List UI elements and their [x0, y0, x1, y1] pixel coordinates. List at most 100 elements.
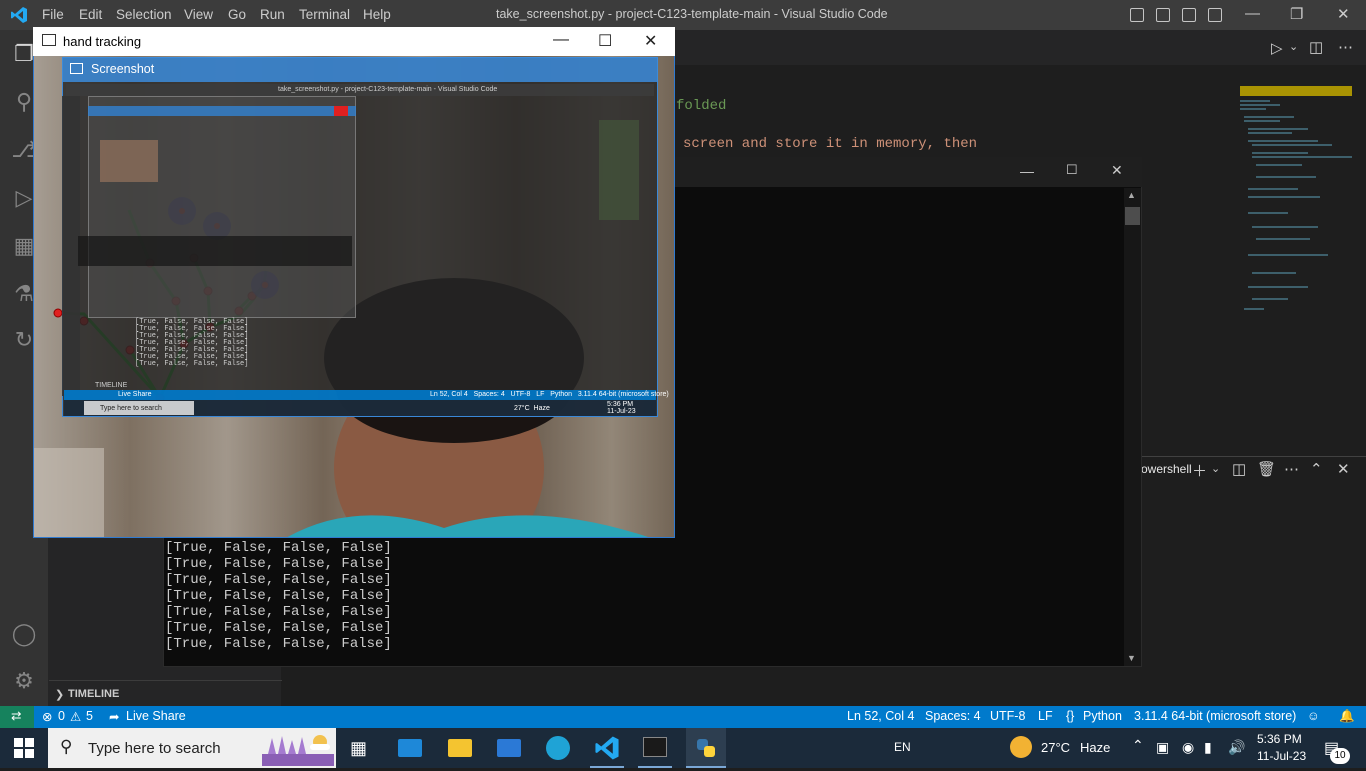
- chevron-down-icon[interactable]: ⌄: [1289, 40, 1298, 53]
- inner-minimap: [599, 120, 639, 220]
- accounts-icon[interactable]: ◯: [10, 620, 38, 648]
- console-output-line: [True, False, False, False]: [165, 636, 392, 652]
- warning-count[interactable]: 5: [86, 709, 93, 723]
- toggle-secondary-sidebar-icon[interactable]: [1182, 8, 1196, 22]
- edge-icon[interactable]: [546, 736, 570, 760]
- menu-file[interactable]: File: [42, 7, 64, 22]
- encoding[interactable]: UTF-8: [990, 709, 1025, 723]
- settings-gear-icon[interactable]: ⚙: [10, 667, 38, 695]
- clock-time[interactable]: 5:36 PM: [1257, 732, 1302, 746]
- inner-screenshot-window: [88, 96, 356, 318]
- weather-sun-icon[interactable]: [1010, 736, 1032, 758]
- console-output-line: [True, False, False, False]: [165, 540, 392, 556]
- inner-timeline: TIMELINE: [95, 382, 128, 389]
- code-line: folded: [676, 98, 727, 114]
- sidebar-divider: [49, 680, 282, 681]
- menu-run[interactable]: Run: [260, 7, 285, 22]
- code-line: screen and store it in memory, then: [683, 136, 978, 152]
- python-interpreter[interactable]: 3.11.4 64-bit (microsoft store): [1134, 709, 1296, 723]
- terminal-name[interactable]: owershell: [1141, 462, 1192, 476]
- split-editor-icon[interactable]: ◫: [1309, 38, 1323, 56]
- task-view-icon[interactable]: ▦: [350, 738, 367, 759]
- notification-count-badge[interactable]: 10: [1330, 748, 1350, 764]
- inner-terminal: [78, 236, 352, 266]
- volume-icon[interactable]: 🔊: [1228, 739, 1245, 756]
- file-explorer-icon[interactable]: [448, 739, 472, 757]
- toggle-panel-icon[interactable]: [1156, 8, 1170, 22]
- console-maximize-icon[interactable]: ☐: [1066, 162, 1078, 178]
- inner-vscode-title: take_screenshot.py - project-C123-templa…: [278, 86, 498, 93]
- error-count[interactable]: 0: [58, 709, 65, 723]
- run-python-icon[interactable]: ▷: [1271, 39, 1283, 57]
- indentation[interactable]: Spaces: 4: [925, 709, 981, 723]
- scroll-up-icon[interactable]: ▲: [1127, 190, 1136, 200]
- inner-search-placeholder: Type here to search: [100, 405, 162, 412]
- mail-icon[interactable]: [398, 739, 422, 757]
- input-language[interactable]: EN: [894, 740, 911, 754]
- live-share-label[interactable]: Live Share: [126, 709, 186, 723]
- show-hidden-icons-icon[interactable]: ⌃: [1132, 737, 1144, 754]
- inner-camera-thumbnail: [100, 140, 158, 182]
- split-terminal-icon[interactable]: ◫: [1232, 460, 1246, 478]
- line-ending[interactable]: LF: [1038, 709, 1053, 723]
- ht-minimize-icon[interactable]: —: [553, 31, 569, 49]
- braces-icon[interactable]: {}: [1066, 709, 1074, 723]
- more-actions-icon[interactable]: ⋯: [1338, 38, 1353, 56]
- vscode-taskbar-icon[interactable]: [594, 735, 620, 766]
- camera-icon[interactable]: ◉: [1182, 739, 1194, 756]
- menu-selection[interactable]: Selection: [116, 7, 172, 22]
- live-share-icon[interactable]: ➦: [109, 709, 119, 724]
- console-scroll-thumb[interactable]: [1125, 207, 1140, 225]
- console-scrollbar[interactable]: [1124, 188, 1141, 666]
- weather-temperature[interactable]: 27°C: [1041, 740, 1070, 755]
- close-icon[interactable]: ✕: [1337, 5, 1350, 23]
- store-icon[interactable]: [497, 739, 521, 757]
- toggle-sidebar-icon[interactable]: [1130, 8, 1144, 22]
- console-minimize-icon[interactable]: —: [1020, 163, 1034, 179]
- network-icon[interactable]: ▣: [1156, 739, 1169, 756]
- close-panel-icon[interactable]: ✕: [1337, 460, 1350, 478]
- chevron-right-icon[interactable]: ❯: [55, 688, 64, 701]
- python-icon[interactable]: [695, 737, 717, 764]
- warning-icon[interactable]: ⚠: [70, 709, 81, 724]
- menu-help[interactable]: Help: [363, 7, 391, 22]
- feedback-icon[interactable]: ☺: [1307, 709, 1320, 723]
- console-close-icon[interactable]: ✕: [1111, 162, 1123, 179]
- window-title: take_screenshot.py - project-C123-templa…: [496, 7, 888, 21]
- error-icon[interactable]: ⊗: [42, 709, 52, 724]
- ht-maximize-icon[interactable]: ☐: [598, 31, 612, 51]
- ht-close-icon[interactable]: ✕: [644, 31, 657, 51]
- minimap[interactable]: [1240, 86, 1352, 326]
- minimize-icon[interactable]: —: [1245, 5, 1260, 22]
- cursor-position[interactable]: Ln 52, Col 4: [847, 709, 914, 723]
- language-mode[interactable]: Python: [1083, 709, 1122, 723]
- restore-icon[interactable]: ❐: [1290, 5, 1303, 23]
- scroll-down-icon[interactable]: ▼: [1127, 653, 1136, 663]
- inner-status-text: Ln 52, Col 4 Spaces: 4 UTF-8 LF Python 3…: [430, 391, 669, 398]
- app-window-icon: [42, 34, 56, 46]
- inner-console-line: [True, False, False, False]: [135, 360, 249, 368]
- customize-layout-icon[interactable]: [1208, 8, 1222, 22]
- trash-icon[interactable]: 🗑: [1257, 460, 1276, 478]
- search-placeholder[interactable]: Type here to search: [88, 740, 221, 757]
- windows-start-icon[interactable]: [14, 738, 34, 763]
- menu-edit[interactable]: Edit: [79, 7, 102, 22]
- chevron-down-icon[interactable]: ⌄: [1211, 462, 1220, 475]
- screenshot-title: Screenshot: [91, 62, 155, 76]
- notifications-bell-icon[interactable]: 🔔: [1339, 709, 1355, 724]
- maximize-panel-icon[interactable]: ⌃: [1310, 460, 1323, 478]
- menu-go[interactable]: Go: [228, 7, 246, 22]
- terminal-taskbar-icon[interactable]: [643, 737, 667, 757]
- more-actions-icon[interactable]: ⋯: [1284, 460, 1299, 478]
- timeline-section[interactable]: TIMELINE: [68, 688, 119, 700]
- console-output-line: [True, False, False, False]: [165, 572, 392, 588]
- weather-description[interactable]: Haze: [1080, 740, 1110, 755]
- battery-icon[interactable]: ▮: [1204, 739, 1212, 756]
- menu-view[interactable]: View: [184, 7, 213, 22]
- vscode-logo-icon: [10, 6, 28, 24]
- remote-icon[interactable]: ⇄: [11, 708, 21, 723]
- new-terminal-icon[interactable]: ＋: [1192, 460, 1207, 481]
- menu-terminal[interactable]: Terminal: [299, 7, 350, 22]
- console-output-line: [True, False, False, False]: [165, 604, 392, 620]
- clock-date[interactable]: 11-Jul-23: [1257, 749, 1306, 763]
